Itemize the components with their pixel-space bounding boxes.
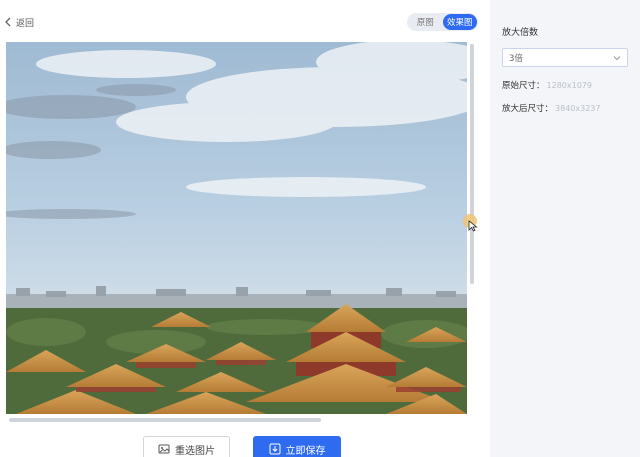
vertical-scrollbar[interactable] [470, 44, 474, 284]
chevron-down-icon [613, 55, 621, 60]
upscale-editor: 返回 原图 效果图 重选图片 立即保存 放大倍数 3倍 原始尺寸： 1280x1… [0, 0, 640, 457]
original-size-label: 原始尺寸： [502, 81, 545, 91]
enlarged-size-label: 放大后尺寸： [502, 104, 554, 114]
reselect-image-button[interactable]: 重选图片 [143, 436, 230, 457]
original-size-row: 原始尺寸： 1280x1079 [502, 79, 592, 91]
back-button[interactable]: 返回 [4, 14, 34, 30]
save-button[interactable]: 立即保存 [253, 436, 341, 457]
original-size-value: 1280x1079 [546, 81, 592, 90]
scale-select[interactable]: 3倍 [502, 48, 628, 67]
chevron-left-icon [5, 17, 11, 27]
tab-original[interactable]: 原图 [408, 14, 443, 30]
tab-result[interactable]: 效果图 [442, 14, 477, 30]
forbidden-city-photo [6, 42, 467, 414]
save-label: 立即保存 [285, 445, 326, 457]
image-icon [158, 444, 170, 454]
scale-title: 放大倍数 [502, 28, 539, 38]
scale-value: 3倍 [509, 53, 523, 64]
download-icon [269, 443, 280, 455]
settings-panel: 放大倍数 3倍 原始尺寸： 1280x1079 放大后尺寸： 3840x3237 [490, 0, 640, 457]
enlarged-size-value: 3840x3237 [555, 104, 601, 113]
enlarged-size-row: 放大后尺寸： 3840x3237 [502, 102, 600, 114]
reselect-label: 重选图片 [175, 445, 215, 457]
horizontal-scrollbar[interactable] [9, 418, 321, 422]
back-label: 返回 [16, 18, 35, 29]
mouse-cursor-icon [468, 220, 478, 232]
view-toggle: 原图 效果图 [407, 13, 478, 31]
result-image-viewer[interactable] [6, 42, 467, 414]
